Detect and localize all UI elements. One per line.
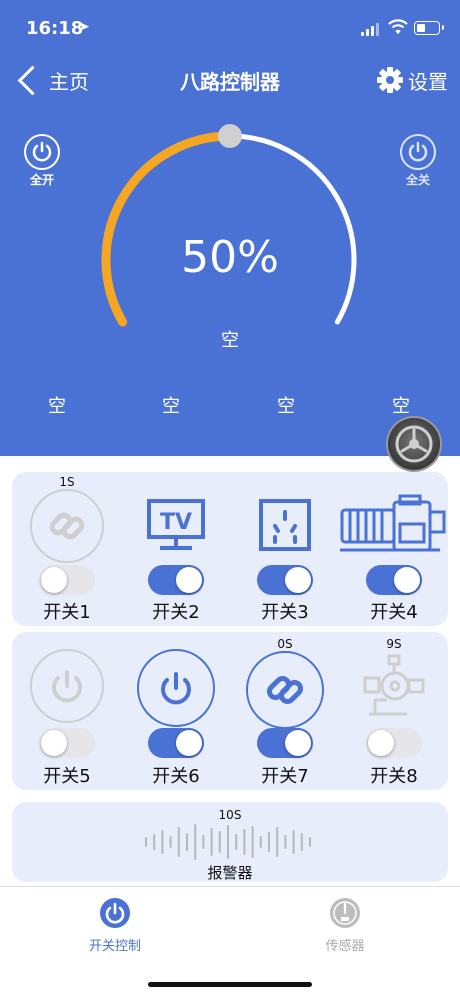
switch-label: 开关1: [43, 602, 91, 623]
gauge-handle: [218, 124, 242, 148]
gear-icon: [395, 425, 433, 463]
gauge-fill: [101, 131, 235, 327]
power-icon: [100, 898, 130, 928]
gauge-icon: [330, 898, 360, 928]
switch-3-toggle[interactable]: [257, 565, 313, 595]
switch-2-toggle[interactable]: [148, 565, 204, 595]
alarm-timer: 10S: [218, 808, 242, 822]
assistive-touch-button[interactable]: [388, 418, 440, 470]
switch-8-toggle[interactable]: [366, 728, 422, 758]
switch-timer: 9S: [386, 637, 402, 651]
link-icon: [246, 651, 324, 729]
switch-label: 开关2: [152, 602, 200, 623]
tab-label: 传感器: [325, 939, 365, 954]
switch-4-toggle[interactable]: [366, 565, 422, 595]
tab-label: 开关控制: [88, 939, 141, 954]
gauge-percent: 50%: [181, 232, 279, 283]
power-icon: [30, 649, 104, 723]
power-outlet-icon: [259, 499, 311, 551]
svg-text:TV: TV: [160, 510, 192, 535]
pump-icon: [363, 654, 425, 716]
switch-2: TV 开关2: [121, 472, 231, 626]
link-icon: [30, 489, 104, 563]
switch-label: 开关4: [370, 602, 418, 623]
alarm-label: 报警器: [207, 864, 253, 882]
home-indicator: [148, 982, 312, 987]
control-header: 16:18 ➤ 主页 八路控制器 设置 全开 全关 50% 空 空 空 空 空: [0, 0, 460, 456]
switch-7: 0S 开关7: [230, 632, 340, 790]
switch-label: 开关6: [152, 766, 200, 787]
switch-3: 开关3: [230, 472, 340, 626]
tab-switch-control[interactable]: 开关控制: [55, 897, 175, 954]
switch-timer: 1S: [59, 475, 75, 489]
switch-timer: 0S: [277, 637, 293, 651]
switch-group-2: 开关5 开关6 0S 开关7 9S 开关8: [12, 632, 448, 790]
switch-1-toggle[interactable]: [39, 565, 95, 595]
motor-icon: [340, 494, 446, 552]
alarm-card[interactable]: 10S 报警器: [12, 802, 448, 882]
switch-label: 开关7: [261, 766, 309, 787]
channel-label-2: 空: [162, 396, 180, 417]
switch-label: 开关3: [261, 602, 309, 623]
gauge-track: [103, 133, 357, 325]
switch-label: 开关5: [43, 766, 91, 787]
switch-6-toggle[interactable]: [148, 728, 204, 758]
switch-5-toggle[interactable]: [39, 728, 95, 758]
channel-label-1: 空: [48, 396, 66, 417]
channel-label-4: 空: [392, 396, 410, 417]
switch-5: 开关5: [12, 632, 122, 790]
gauge-caption: 空: [221, 330, 239, 351]
switch-8: 9S 开关8: [339, 632, 449, 790]
dimmer-gauge[interactable]: [0, 0, 460, 456]
switch-6: 开关6: [121, 632, 231, 790]
tab-bar: 开关控制 传感器: [0, 886, 460, 997]
switch-1: 1S 开关1: [12, 472, 122, 626]
switch-group-1: 1S 开关1 TV 开关2 开关3 开关4: [12, 472, 448, 626]
tv-icon: TV: [147, 499, 205, 550]
tab-sensor[interactable]: 传感器: [285, 897, 405, 954]
sound-wave-icon: [145, 824, 311, 860]
switch-7-toggle[interactable]: [257, 728, 313, 758]
switch-label: 开关8: [370, 766, 418, 787]
switch-4: 开关4: [339, 472, 449, 626]
channel-label-3: 空: [277, 396, 295, 417]
power-icon: [137, 649, 215, 727]
